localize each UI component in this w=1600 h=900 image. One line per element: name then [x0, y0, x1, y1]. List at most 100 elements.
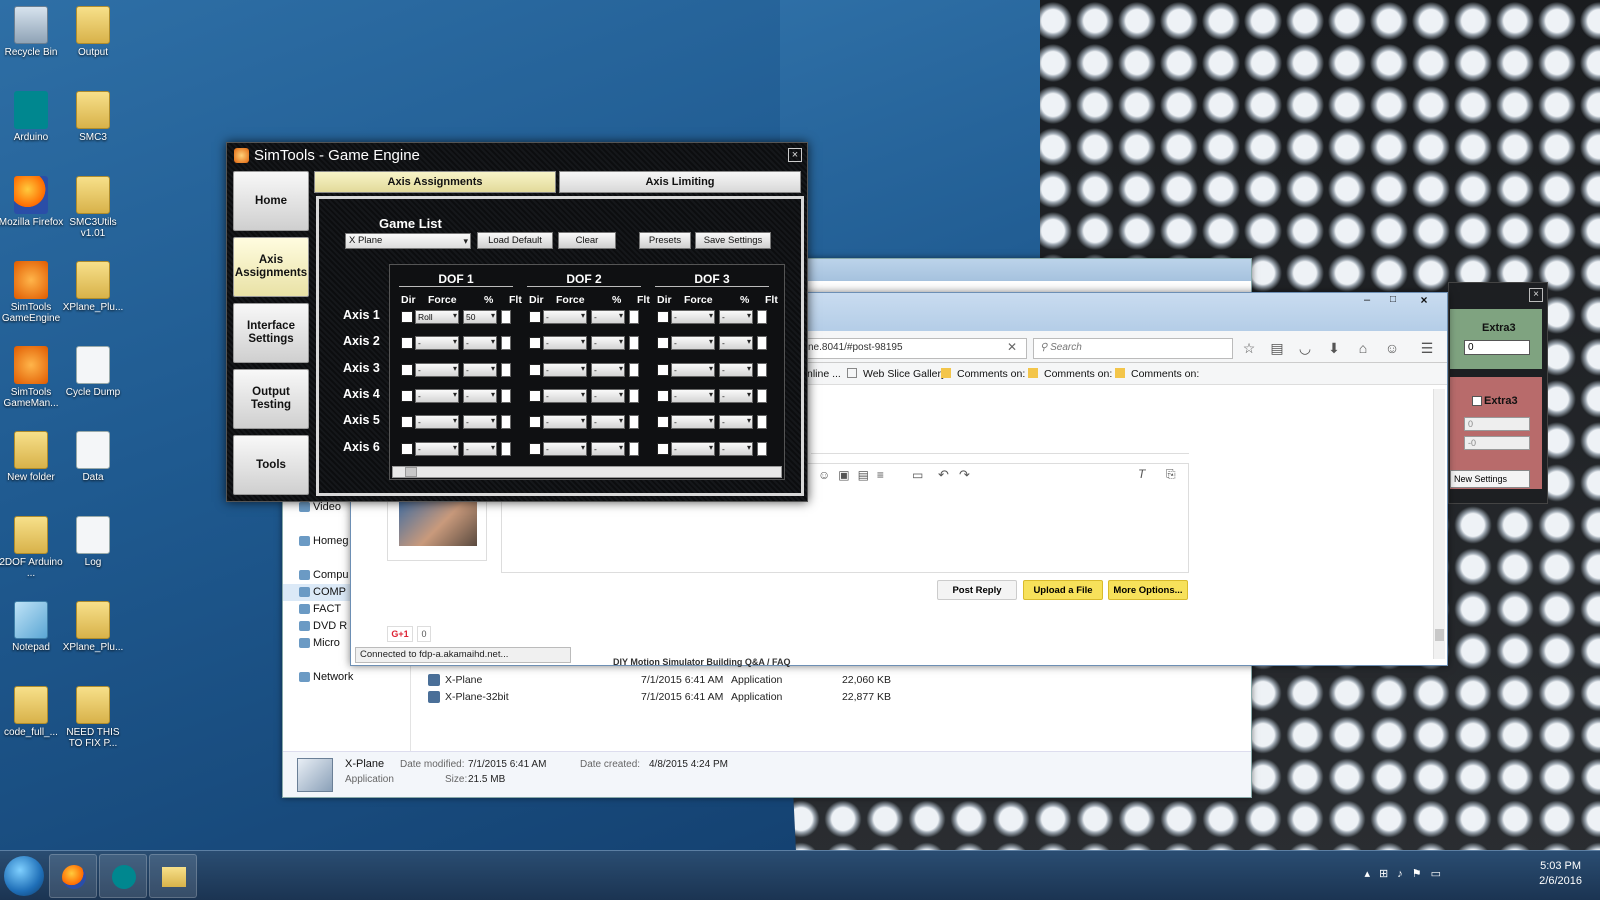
- extra3-value-input[interactable]: 0: [1464, 340, 1530, 355]
- filter-toggle[interactable]: [629, 415, 639, 430]
- close-icon[interactable]: ×: [1411, 293, 1437, 309]
- force-dropdown[interactable]: -: [543, 336, 587, 351]
- force-dropdown[interactable]: -: [415, 336, 459, 351]
- percent-dropdown[interactable]: -: [463, 336, 497, 351]
- force-dropdown[interactable]: -: [543, 415, 587, 430]
- star-icon[interactable]: ☆: [1241, 340, 1257, 356]
- home-icon[interactable]: ⌂: [1355, 340, 1371, 356]
- horizontal-scrollbar[interactable]: [392, 466, 782, 478]
- tab-axis-limiting[interactable]: Axis Limiting: [559, 171, 801, 193]
- sidebar-axis-assignments-button[interactable]: Axis Assignments: [233, 237, 309, 297]
- dir-checkbox[interactable]: [401, 337, 413, 350]
- dir-checkbox[interactable]: [401, 416, 413, 429]
- clear-url-icon[interactable]: ✕: [1007, 340, 1017, 354]
- page-scrollbar[interactable]: [1433, 389, 1445, 659]
- dir-checkbox[interactable]: [657, 337, 669, 350]
- scrollbar-thumb[interactable]: [405, 467, 417, 477]
- source-icon[interactable]: ⎘: [1166, 467, 1176, 482]
- filter-toggle[interactable]: [757, 415, 767, 430]
- sidebar-tools-button[interactable]: Tools: [233, 435, 309, 495]
- percent-dropdown[interactable]: -: [463, 362, 497, 377]
- percent-dropdown[interactable]: 50: [463, 310, 497, 324]
- scrollbar-thumb[interactable]: [1435, 629, 1444, 641]
- redo-icon[interactable]: ↷: [959, 467, 970, 483]
- tab-axis-assignments[interactable]: Axis Assignments: [314, 171, 556, 193]
- extra3-min-input[interactable]: 0: [1464, 417, 1530, 431]
- clear-format-icon[interactable]: T: [1138, 467, 1145, 481]
- extra3-max-input[interactable]: -0: [1464, 436, 1530, 450]
- minimize-icon[interactable]: –: [1357, 294, 1377, 308]
- undo-icon[interactable]: ↶: [938, 467, 949, 483]
- sidebar-interface-settings-button[interactable]: Interface Settings: [233, 303, 309, 363]
- desktop-icon[interactable]: 2DOF Arduino ...: [0, 516, 64, 579]
- force-dropdown[interactable]: -: [415, 388, 459, 403]
- bookmark-item[interactable]: Comments on:: [1131, 368, 1199, 380]
- force-dropdown[interactable]: -: [671, 336, 715, 351]
- bookmark-item[interactable]: Web Slice Gallery: [863, 368, 946, 380]
- force-dropdown[interactable]: -: [671, 310, 715, 324]
- presets-button[interactable]: Presets: [639, 232, 691, 249]
- filter-toggle[interactable]: [501, 336, 511, 351]
- dir-checkbox[interactable]: [657, 442, 669, 455]
- filter-toggle[interactable]: [501, 362, 511, 377]
- filter-toggle[interactable]: [757, 310, 767, 324]
- filter-toggle[interactable]: [629, 388, 639, 403]
- force-dropdown[interactable]: -: [671, 388, 715, 403]
- filter-toggle[interactable]: [629, 441, 639, 456]
- editor-toolbar-icons[interactable]: ☺▣▤≡: [818, 468, 892, 482]
- force-dropdown[interactable]: -: [671, 441, 715, 456]
- taskbar-explorer[interactable]: [149, 854, 197, 898]
- desktop-icon[interactable]: SMC3Utils v1.01: [60, 176, 126, 239]
- close-icon[interactable]: ×: [1529, 288, 1543, 302]
- dir-checkbox[interactable]: [529, 311, 541, 323]
- nav-item-network[interactable]: Network: [283, 669, 410, 686]
- dir-checkbox[interactable]: [657, 363, 669, 376]
- dir-checkbox[interactable]: [529, 442, 541, 455]
- google-plus-button[interactable]: G+1: [387, 626, 413, 642]
- dir-checkbox[interactable]: [657, 311, 669, 323]
- taskbar-arduino[interactable]: [99, 854, 147, 898]
- percent-dropdown[interactable]: -: [463, 388, 497, 403]
- save-icon[interactable]: ▭: [912, 468, 923, 482]
- system-tray-icons[interactable]: ▴⊞♪⚑▭: [1365, 867, 1451, 880]
- file-row[interactable]: X-Plane 7/1/2015 6:41 AM Application 22,…: [428, 671, 891, 688]
- reading-list-icon[interactable]: ▤: [1269, 340, 1285, 356]
- dir-checkbox[interactable]: [401, 363, 413, 376]
- search-input[interactable]: ⚲ Search: [1033, 338, 1233, 359]
- percent-dropdown[interactable]: -: [591, 441, 625, 456]
- filter-toggle[interactable]: [757, 362, 767, 377]
- force-dropdown[interactable]: -: [415, 415, 459, 430]
- sidebar-home-button[interactable]: Home: [233, 171, 309, 231]
- filter-toggle[interactable]: [501, 388, 511, 403]
- pocket-icon[interactable]: ◡: [1297, 340, 1313, 356]
- chat-icon[interactable]: ☺: [1384, 340, 1400, 356]
- download-icon[interactable]: ⬇: [1326, 340, 1342, 356]
- close-icon[interactable]: ×: [788, 148, 802, 162]
- percent-dropdown[interactable]: -: [591, 388, 625, 403]
- percent-dropdown[interactable]: -: [719, 310, 753, 324]
- desktop-icon[interactable]: Data: [60, 431, 126, 483]
- filter-toggle[interactable]: [501, 415, 511, 430]
- dir-checkbox[interactable]: [529, 389, 541, 402]
- desktop-icon[interactable]: code_full_...: [0, 686, 64, 738]
- clock[interactable]: 5:03 PM 2/6/2016: [1539, 859, 1582, 889]
- percent-dropdown[interactable]: -: [719, 362, 753, 377]
- bookmark-item[interactable]: Comments on:: [1044, 368, 1112, 380]
- more-options-button[interactable]: More Options...: [1108, 580, 1188, 600]
- desktop-icon[interactable]: Cycle Dump: [60, 346, 126, 398]
- desktop-icon[interactable]: NEED THIS TO FIX P...: [60, 686, 126, 749]
- filter-toggle[interactable]: [757, 336, 767, 351]
- percent-dropdown[interactable]: -: [463, 415, 497, 430]
- dir-checkbox[interactable]: [401, 311, 413, 323]
- dir-checkbox[interactable]: [401, 389, 413, 402]
- desktop-icon[interactable]: XPlane_Plu...: [60, 601, 126, 653]
- bookmark-item[interactable]: nline ...: [807, 368, 841, 380]
- percent-dropdown[interactable]: -: [591, 362, 625, 377]
- force-dropdown[interactable]: -: [415, 362, 459, 377]
- upload-file-button[interactable]: Upload a File: [1023, 580, 1103, 600]
- percent-dropdown[interactable]: -: [591, 336, 625, 351]
- menu-icon[interactable]: ☰: [1419, 340, 1435, 356]
- force-dropdown[interactable]: -: [543, 310, 587, 324]
- bookmark-item[interactable]: Comments on:: [957, 368, 1025, 380]
- save-settings-button[interactable]: Save Settings: [695, 232, 771, 249]
